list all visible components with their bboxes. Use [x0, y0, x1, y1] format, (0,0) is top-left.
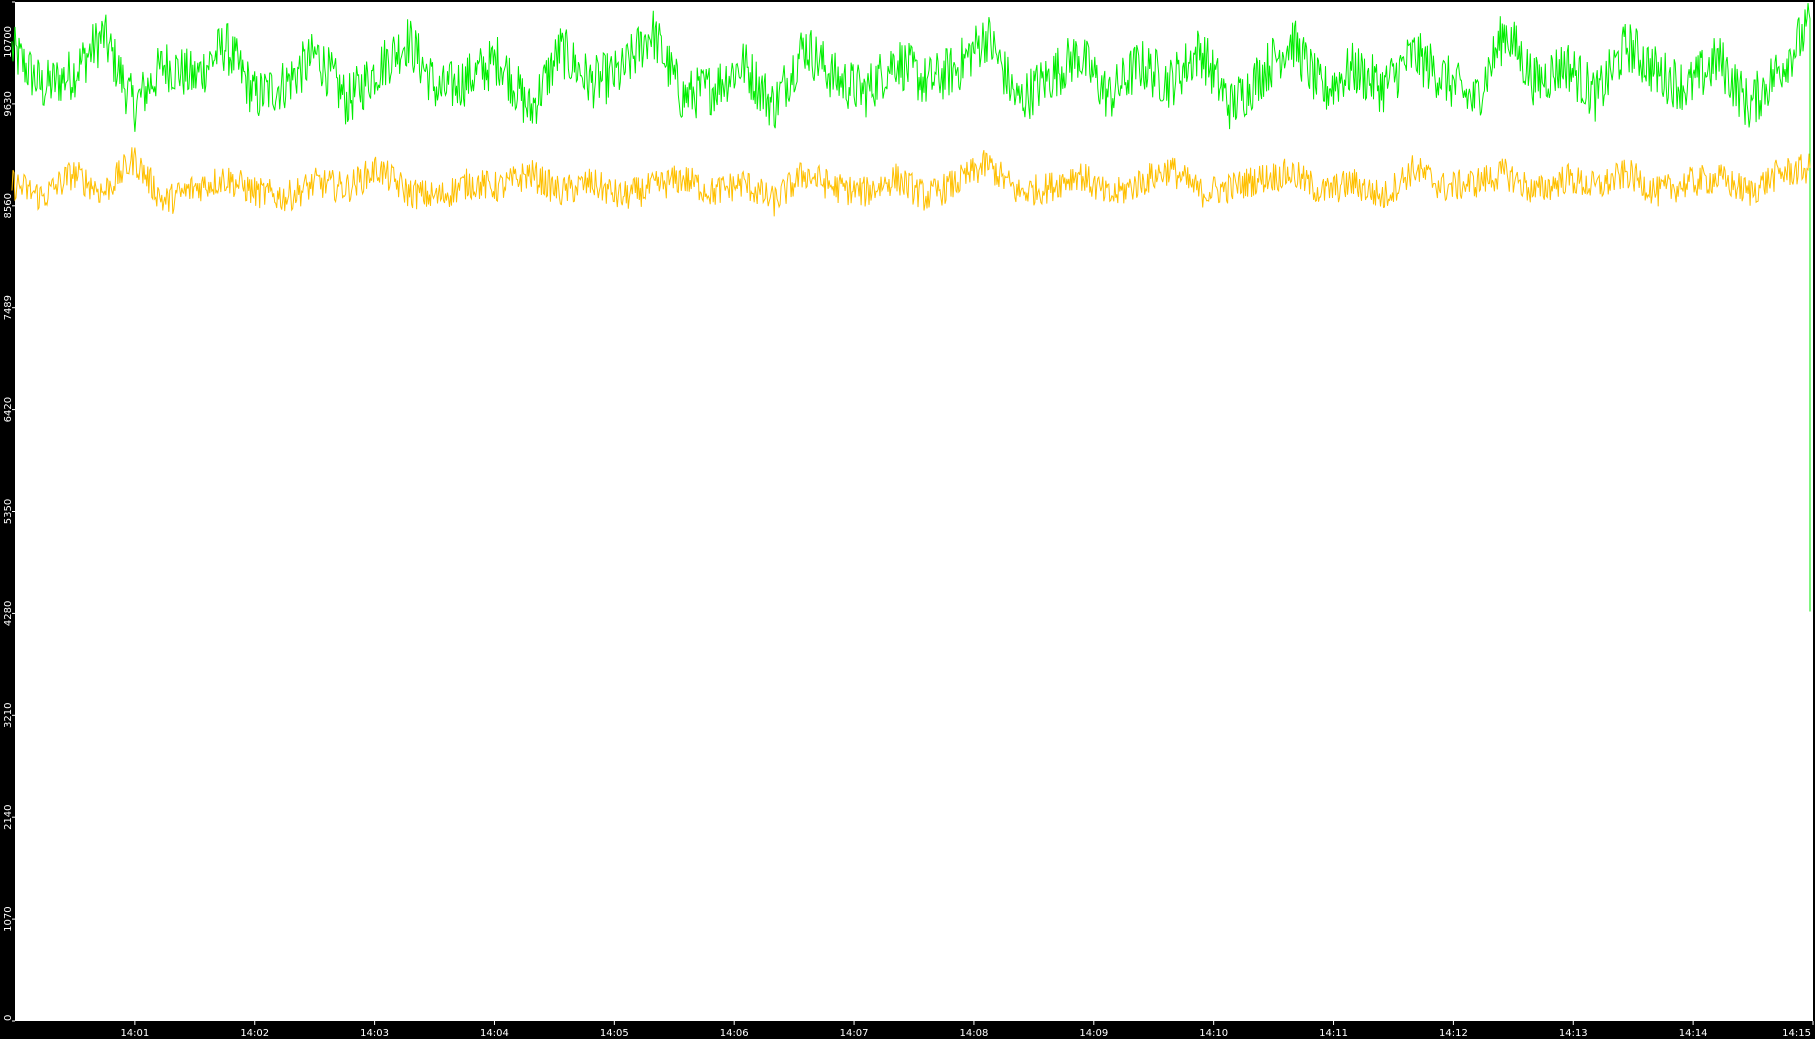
y-tick-label: 6420 [3, 397, 14, 422]
x-tick-label: 14:08 [960, 1028, 989, 1039]
y-tick-label: 3210 [3, 703, 14, 728]
x-tick-label: 14:05 [600, 1028, 629, 1039]
x-tick-label: 14:15 [1782, 1028, 1811, 1039]
x-tick-label: 14:11 [1319, 1028, 1348, 1039]
x-tick-label: 14:10 [1199, 1028, 1228, 1039]
y-tick-label: 10700 [3, 26, 14, 58]
x-tick-label: 14:12 [1439, 1028, 1468, 1039]
y-tick-label: 5350 [3, 499, 14, 524]
x-tick-label: 14:02 [240, 1028, 269, 1039]
x-tick-label: 14:07 [840, 1028, 869, 1039]
y-tick-label: 0 [3, 1015, 14, 1021]
x-tick-label: 14:09 [1079, 1028, 1108, 1039]
x-tick-label: 14:01 [120, 1028, 149, 1039]
x-tick-label: 14:04 [480, 1028, 509, 1039]
y-tick-label: 4280 [3, 601, 14, 626]
plot-area [15, 2, 1813, 1021]
y-tick-label: 7489 [3, 295, 14, 320]
y-tick-label: 9630 [3, 91, 14, 116]
y-tick-label: 2140 [3, 804, 14, 829]
y-tick-label: 8560 [3, 193, 14, 218]
x-tick-label: 14:13 [1559, 1028, 1588, 1039]
chart: 0 1070 2140 3210 4280 5350 6420 7489 8560 9630 107… [0, 0, 1815, 1039]
y-tick-label: 1070 [3, 906, 14, 931]
x-tick-label: 14:03 [360, 1028, 389, 1039]
x-tick-label: 14:14 [1679, 1028, 1708, 1039]
x-tick-label: 14:06 [720, 1028, 749, 1039]
